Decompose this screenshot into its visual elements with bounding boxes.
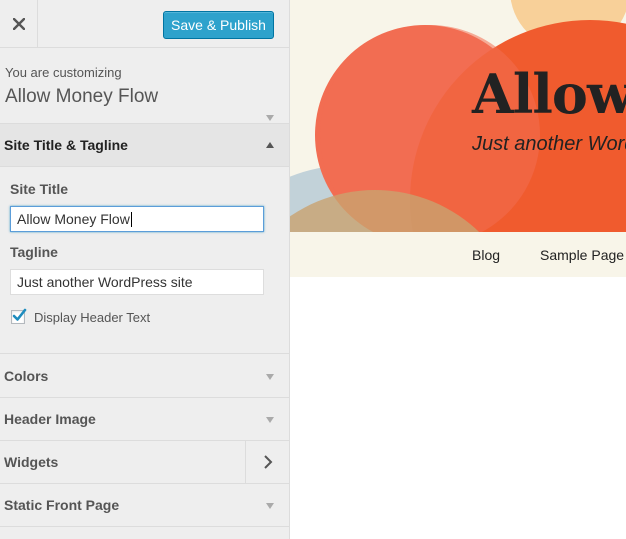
customizer-sidebar: Save & Publish You are customizing Allow… bbox=[0, 0, 290, 539]
preview-site-title[interactable]: Allow Money Flow bbox=[472, 62, 626, 126]
save-publish-button[interactable]: Save & Publish bbox=[163, 11, 274, 39]
chevron-right-icon bbox=[263, 455, 272, 469]
close-icon bbox=[12, 17, 25, 30]
tagline-input[interactable]: Just another WordPress site bbox=[10, 269, 264, 295]
display-header-text-checkbox[interactable] bbox=[11, 308, 27, 324]
widgets-open-button[interactable] bbox=[245, 441, 289, 483]
section-label: Site Title & Tagline bbox=[4, 137, 128, 153]
section-label: Colors bbox=[4, 368, 49, 384]
chevron-down-icon bbox=[266, 374, 274, 380]
customized-site-name: Allow Money Flow bbox=[5, 86, 159, 107]
preview-nav: Blog Sample Page bbox=[290, 232, 626, 277]
site-title-input[interactable]: Allow Money Flow bbox=[10, 206, 264, 232]
section-colors[interactable]: Colors bbox=[0, 355, 289, 398]
customizer-info[interactable]: You are customizing Allow Money Flow bbox=[0, 48, 289, 124]
site-title-value: Allow Money Flow bbox=[17, 211, 130, 227]
chevron-down-icon bbox=[266, 417, 274, 423]
section-title-tagline[interactable]: Site Title & Tagline bbox=[0, 124, 289, 167]
tagline-label: Tagline bbox=[10, 244, 58, 260]
tagline-value: Just another WordPress site bbox=[17, 274, 193, 290]
section-label: Static Front Page bbox=[4, 497, 120, 513]
chevron-down-icon bbox=[266, 115, 274, 121]
chevron-up-icon bbox=[266, 142, 274, 148]
section-label: Widgets bbox=[4, 454, 59, 470]
close-button[interactable] bbox=[0, 0, 38, 47]
section-label: Header Image bbox=[4, 411, 96, 427]
site-title-label: Site Title bbox=[10, 181, 69, 197]
chevron-down-icon bbox=[266, 503, 274, 509]
site-preview: Allow Money Flow Just another WordPress … bbox=[290, 0, 626, 539]
customizing-label: You are customizing bbox=[5, 65, 122, 80]
checkmark-icon bbox=[12, 308, 27, 321]
preview-header: Allow Money Flow Just another WordPress … bbox=[290, 0, 626, 232]
preview-tagline: Just another WordPress site bbox=[472, 133, 626, 155]
section-static-front-page[interactable]: Static Front Page bbox=[0, 484, 289, 527]
section-widgets[interactable]: Widgets bbox=[0, 441, 289, 484]
text-caret bbox=[130, 212, 132, 227]
nav-link-sample-page[interactable]: Sample Page bbox=[540, 247, 624, 263]
section-header-image[interactable]: Header Image bbox=[0, 398, 289, 441]
nav-link-blog[interactable]: Blog bbox=[472, 247, 500, 263]
display-header-text-label: Display Header Text bbox=[34, 310, 151, 325]
customizer-header: Save & Publish bbox=[0, 0, 289, 48]
